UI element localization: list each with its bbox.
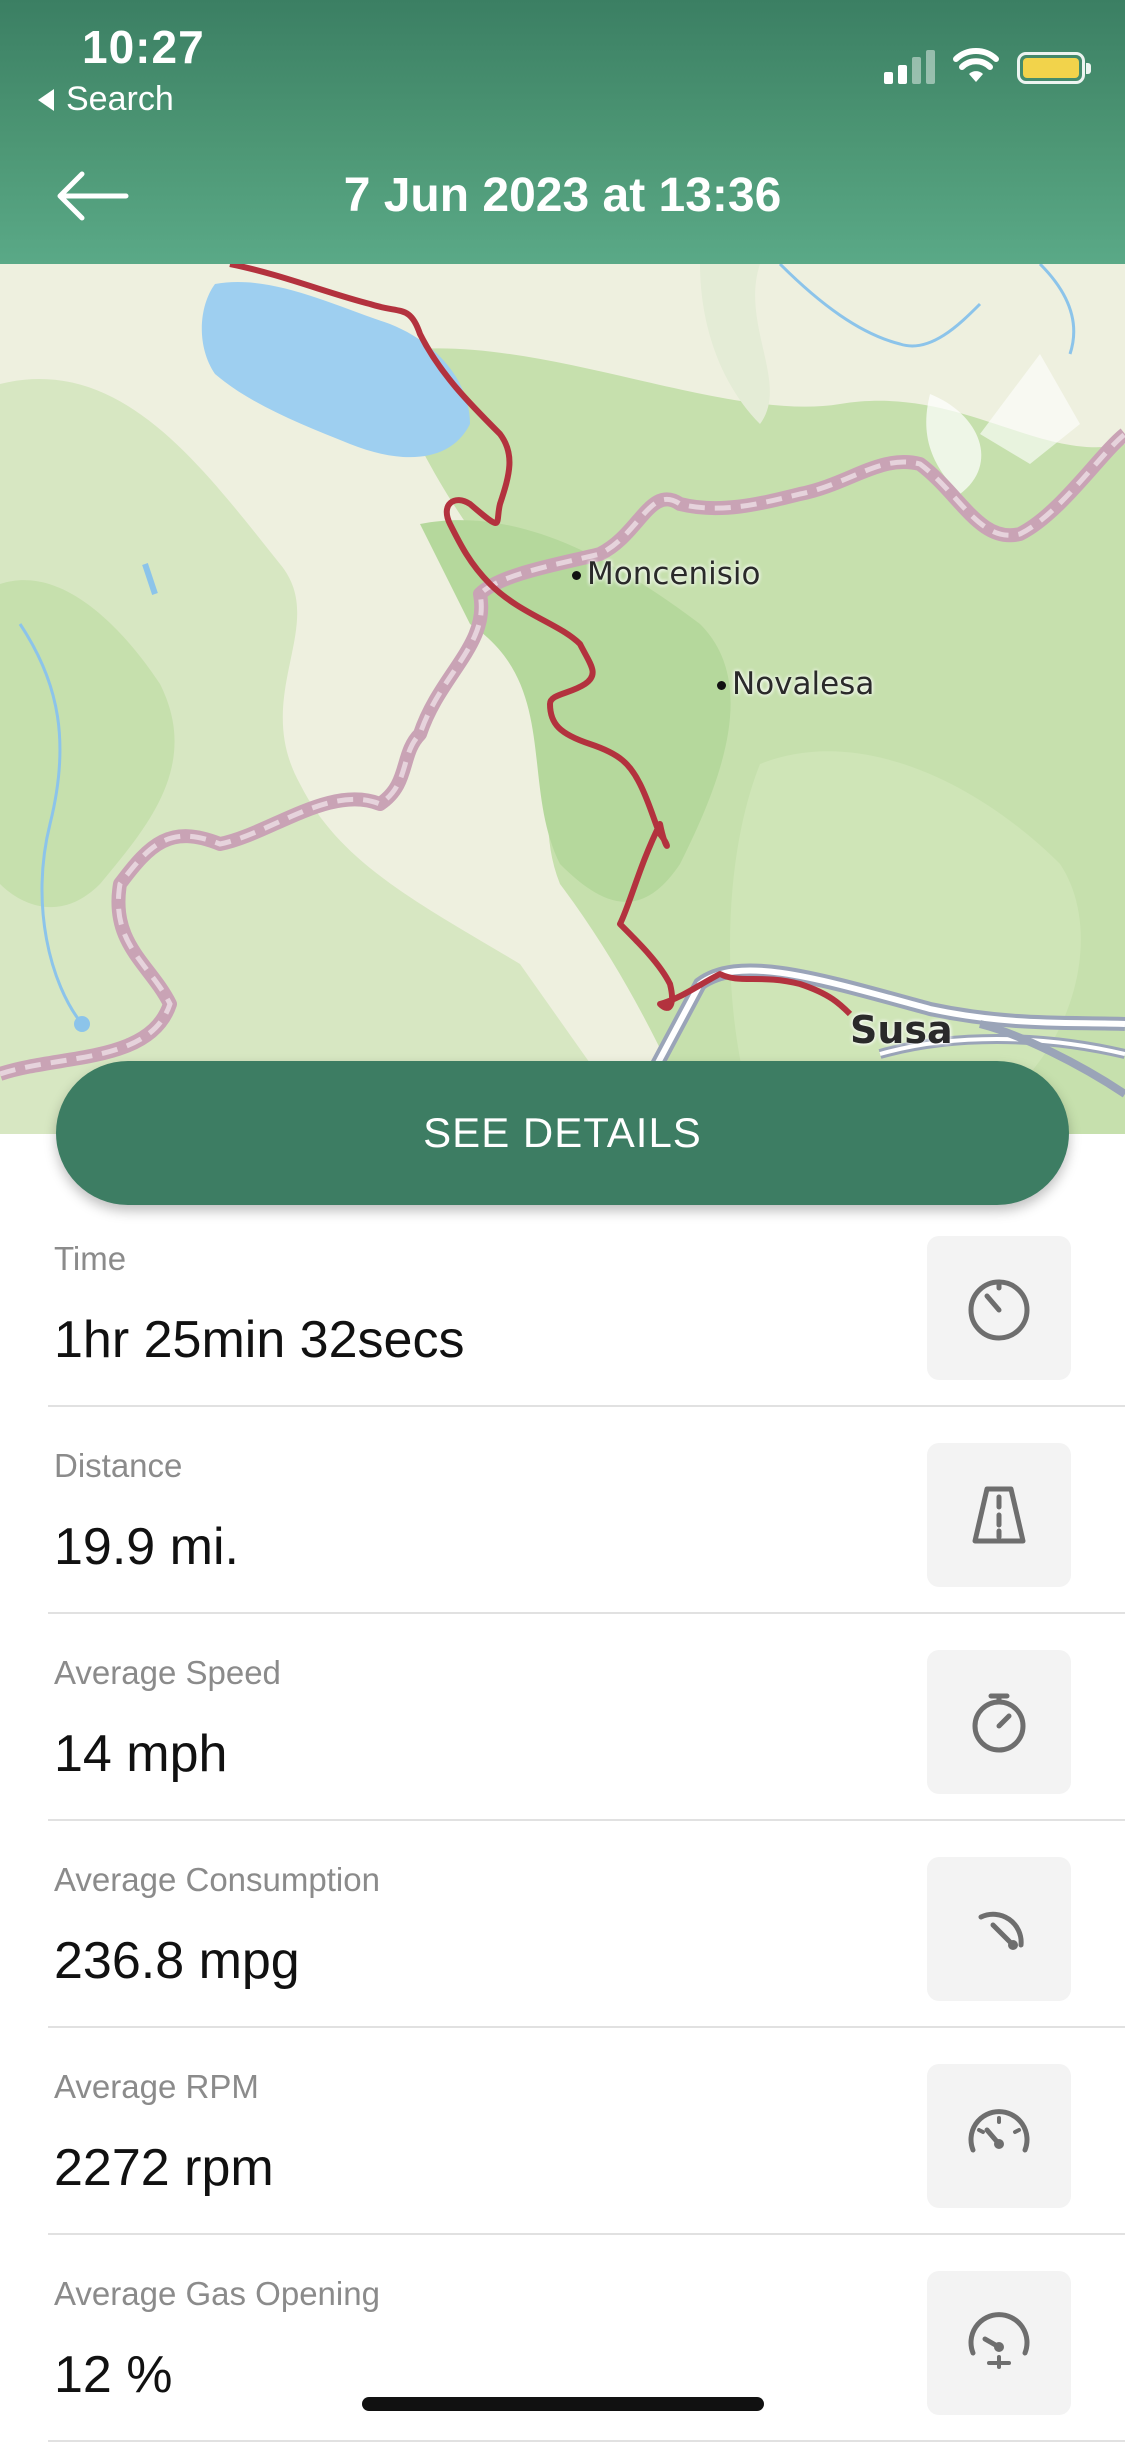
back-triangle-icon (38, 88, 54, 111)
stat-value: 2272 rpm (54, 2139, 274, 2197)
trip-stats-list: Time 1hr 25min 32secs Distance 19.9 mi. … (0, 1200, 1125, 2442)
stat-row-average-consumption: Average Consumption 236.8 mpg (48, 1821, 1125, 2028)
page-title: 7 Jun 2023 at 13:36 (343, 169, 782, 222)
stat-label: Average Consumption (54, 1861, 380, 1898)
battery-icon (1017, 52, 1091, 84)
stopwatch-icon (927, 1650, 1071, 1794)
rpm-gauge-icon (927, 2064, 1071, 2208)
wifi-icon (953, 48, 999, 82)
back-app-label: Search (66, 80, 174, 118)
stat-label: Distance (54, 1447, 183, 1484)
route-map[interactable]: Moncenisio Novalesa Susa (0, 264, 1125, 1134)
stat-value: 12 % (54, 2346, 173, 2404)
road-icon (927, 1443, 1071, 1587)
stat-value: 14 mph (54, 1725, 228, 1783)
stat-label: Time (54, 1240, 127, 1277)
timer-icon (927, 1236, 1071, 1380)
cellular-signal-icon (884, 48, 935, 84)
consumption-gauge-icon (927, 1857, 1071, 2001)
map-place-novalesa: Novalesa (717, 666, 874, 702)
stat-row-time: Time 1hr 25min 32secs (48, 1200, 1125, 1407)
map-place-susa: Susa (850, 1008, 953, 1052)
stat-value: 236.8 mpg (54, 1932, 300, 1990)
stat-value: 19.9 mi. (54, 1518, 239, 1576)
map-place-moncenisio: Moncenisio (572, 556, 760, 592)
status-icons (884, 48, 1091, 84)
stat-value: 1hr 25min 32secs (54, 1311, 465, 1369)
stat-label: Average RPM (54, 2068, 259, 2105)
back-to-search-link[interactable]: Search (38, 80, 174, 119)
gas-gauge-icon (927, 2271, 1071, 2415)
home-indicator[interactable] (362, 2397, 764, 2411)
map-canvas (0, 264, 1125, 1134)
status-time: 10:27 (82, 21, 205, 73)
see-details-button[interactable]: SEE DETAILS (56, 1061, 1069, 1205)
stat-row-average-rpm: Average RPM 2272 rpm (48, 2028, 1125, 2235)
stat-label: Average Speed (54, 1654, 281, 1691)
stat-row-average-speed: Average Speed 14 mph (48, 1614, 1125, 1821)
stat-label: Average Gas Opening (54, 2275, 380, 2312)
stat-row-distance: Distance 19.9 mi. (48, 1407, 1125, 1614)
header-bar: 10:27 Search 7 Jun 2023 at 13:36 (0, 0, 1125, 264)
